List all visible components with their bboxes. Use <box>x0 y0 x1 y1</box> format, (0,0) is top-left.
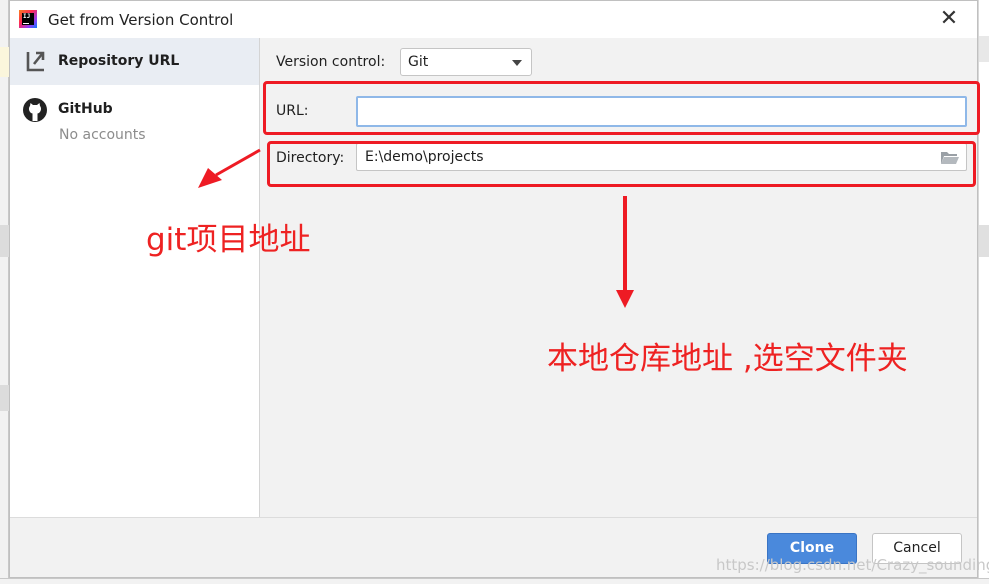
bg-band <box>0 385 9 411</box>
directory-input[interactable] <box>356 143 967 171</box>
intellij-app-icon: IJ <box>19 10 37 28</box>
bg-highlight-band <box>0 47 9 77</box>
version-control-label: Version control: <box>276 54 386 70</box>
background-ide-right <box>978 0 989 584</box>
sidebar-item-label: Repository URL <box>58 53 180 69</box>
vcs-arrow-icon <box>26 51 45 72</box>
github-account-status: No accounts <box>59 127 146 143</box>
bg-band <box>979 36 989 62</box>
dialog-title: Get from Version Control <box>48 11 234 29</box>
main-form: Version control: Git URL: Directory: <box>261 38 977 517</box>
clone-button[interactable]: Clone <box>767 533 857 564</box>
version-control-select[interactable]: Git <box>400 48 532 76</box>
sidebar-item-label: GitHub <box>58 101 113 117</box>
close-icon[interactable]: ✕ <box>935 5 963 33</box>
dialog-titlebar: IJ Get from Version Control ✕ <box>10 1 977 38</box>
folder-browse-icon[interactable] <box>940 150 960 165</box>
sidebar-item-repository-url[interactable]: Repository URL <box>10 38 259 85</box>
bg-band <box>0 225 9 257</box>
directory-label: Directory: <box>276 150 345 166</box>
url-input[interactable] <box>356 96 967 127</box>
version-control-value: Git <box>408 54 429 70</box>
github-icon <box>23 98 47 122</box>
url-label: URL: <box>276 103 309 119</box>
background-ide-left <box>0 0 9 584</box>
background-ide-bottom <box>0 578 989 584</box>
bg-band <box>979 225 989 257</box>
get-from-vcs-dialog: IJ Get from Version Control ✕ Repository… <box>9 0 978 578</box>
sidebar: Repository URL GitHub No accounts <box>10 38 260 517</box>
cancel-button[interactable]: Cancel <box>872 533 962 564</box>
sidebar-item-github[interactable]: GitHub No accounts <box>10 90 259 150</box>
dialog-footer: Clone Cancel <box>10 517 977 577</box>
chevron-down-icon <box>512 60 522 66</box>
